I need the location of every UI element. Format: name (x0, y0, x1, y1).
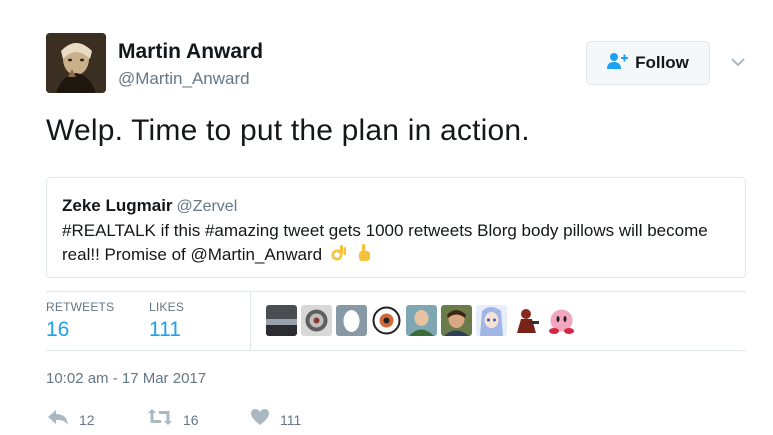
liker-avatar-4[interactable] (371, 305, 402, 336)
liker-avatar-8[interactable] (511, 305, 542, 336)
quoted-author-name: Zeke Lugmair (62, 196, 173, 215)
quoted-tweet-text: #REALTALK if this #amazing tweet gets 10… (62, 219, 742, 267)
ok-hand-emoji (331, 244, 347, 262)
liker-avatar-2[interactable] (301, 305, 332, 336)
liker-avatar-9[interactable] (546, 305, 577, 336)
follow-button[interactable]: Follow (586, 41, 710, 85)
reply-button[interactable]: 12 (47, 408, 95, 431)
liker-avatar-7[interactable] (476, 305, 507, 336)
liker-avatar-3[interactable] (336, 305, 367, 336)
author-handle[interactable]: @Martin_Anward (118, 69, 250, 89)
follow-button-label: Follow (635, 53, 689, 72)
liker-avatar-1[interactable] (266, 305, 297, 336)
liker-avatar-6[interactable] (441, 305, 472, 336)
author-name[interactable]: Martin Anward (118, 40, 263, 64)
liker-avatar-5[interactable] (406, 305, 437, 336)
retweet-icon (147, 408, 173, 431)
author-avatar[interactable] (46, 33, 106, 93)
liker-avatars (266, 305, 577, 336)
likes-label: LIKES (149, 300, 185, 314)
retweet-count: 16 (183, 411, 199, 428)
tweet-text: Welp. Time to put the plan in action. (46, 114, 530, 147)
divider (46, 350, 746, 351)
quoted-author-handle: @Zervel (176, 198, 238, 215)
quoted-tweet-author: Zeke Lugmair @Zervel (62, 196, 237, 216)
reply-count: 12 (79, 411, 95, 428)
likes-stat[interactable]: LIKES 111 (149, 300, 184, 342)
retweet-button[interactable]: 16 (147, 408, 199, 431)
tweet-timestamp[interactable]: 10:02 am - 17 Mar 2017 (46, 370, 206, 387)
likes-count[interactable]: 111 (149, 318, 184, 342)
like-count: 111 (280, 411, 302, 428)
retweets-count[interactable]: 16 (46, 318, 114, 342)
add-user-icon (607, 52, 629, 75)
retweets-stat[interactable]: RETWEETS 16 (46, 300, 114, 342)
point-up-emoji (356, 244, 372, 262)
divider (46, 291, 746, 292)
retweets-label: RETWEETS (46, 300, 115, 314)
quoted-text-line-1: #REALTALK if this #amazing tweet gets 10… (62, 221, 708, 240)
reply-icon (47, 408, 69, 431)
quoted-text-line-2: real!! Promise of @Martin_Anward (62, 245, 323, 264)
chevron-down-icon[interactable] (728, 52, 748, 72)
like-button[interactable]: 111 (250, 408, 301, 431)
stats-separator (250, 292, 251, 350)
heart-icon (250, 408, 270, 431)
quoted-tweet[interactable]: Zeke Lugmair @Zervel #REALTALK if this #a… (46, 177, 746, 278)
